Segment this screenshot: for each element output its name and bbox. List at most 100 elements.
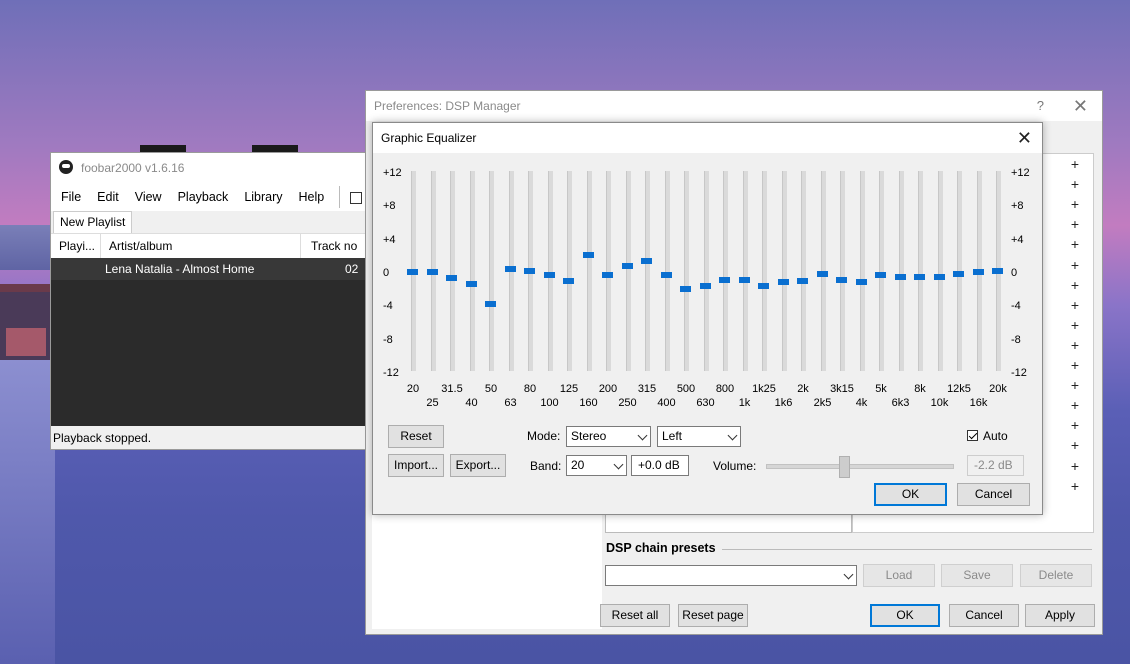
band-slider-thumb[interactable] <box>855 279 867 285</box>
band-slider-thumb[interactable] <box>641 258 652 265</box>
band-slider-thumb[interactable] <box>485 300 496 307</box>
menu-edit[interactable]: Edit <box>97 190 119 204</box>
band-slider-track[interactable] <box>781 171 787 371</box>
band-select[interactable]: 20 <box>566 455 627 476</box>
add-dsp-icon[interactable]: + <box>1071 196 1079 212</box>
add-dsp-icon[interactable]: + <box>1071 236 1079 252</box>
add-dsp-icon[interactable]: + <box>1071 437 1079 453</box>
band-slider-thumb[interactable] <box>797 278 808 285</box>
band-slider-track[interactable] <box>489 171 494 371</box>
band-slider-track[interactable] <box>723 171 728 371</box>
add-dsp-icon[interactable]: + <box>1071 216 1079 232</box>
band-slider-track[interactable] <box>450 171 455 371</box>
band-slider-track[interactable] <box>879 171 884 371</box>
add-dsp-icon[interactable]: + <box>1071 478 1079 494</box>
add-dsp-icon[interactable]: + <box>1071 176 1079 192</box>
menu-file[interactable]: File <box>61 190 81 204</box>
save-button[interactable]: Save <box>941 564 1013 587</box>
reset-page-button[interactable]: Reset page <box>678 604 748 627</box>
band-slider-track[interactable] <box>625 171 631 371</box>
load-button[interactable]: Load <box>863 564 935 587</box>
close-icon[interactable]: ✕ <box>1073 91 1088 121</box>
band-slider-thumb[interactable] <box>914 274 925 280</box>
volume-slider-track[interactable] <box>766 464 954 469</box>
band-slider-thumb[interactable] <box>875 272 886 279</box>
mode-select[interactable]: Stereo <box>566 426 651 447</box>
add-dsp-icon[interactable]: + <box>1071 277 1079 293</box>
band-slider-thumb[interactable] <box>894 274 906 280</box>
band-slider-thumb[interactable] <box>699 283 711 290</box>
add-dsp-icon[interactable]: + <box>1071 257 1079 273</box>
band-slider-track[interactable] <box>547 171 553 371</box>
band-slider-thumb[interactable] <box>524 268 535 275</box>
help-icon[interactable]: ? <box>1037 91 1044 121</box>
add-dsp-icon[interactable]: + <box>1071 377 1079 393</box>
eq-ok-button[interactable]: OK <box>874 483 947 506</box>
add-dsp-icon[interactable]: + <box>1071 317 1079 333</box>
band-slider-track[interactable] <box>859 171 865 371</box>
band-slider-thumb[interactable] <box>543 272 555 279</box>
band-slider-track[interactable] <box>937 171 943 371</box>
band-slider-track[interactable] <box>469 171 475 371</box>
band-slider-thumb[interactable] <box>836 277 847 284</box>
band-slider-track[interactable] <box>645 171 650 371</box>
band-slider-thumb[interactable] <box>446 274 457 281</box>
band-slider-thumb[interactable] <box>407 269 418 275</box>
band-slider-thumb[interactable] <box>738 277 750 284</box>
band-slider-thumb[interactable] <box>992 268 1003 275</box>
band-slider-thumb[interactable] <box>504 265 516 272</box>
export-button[interactable]: Export... <box>450 454 506 477</box>
band-slider-thumb[interactable] <box>621 263 633 270</box>
reset-all-button[interactable]: Reset all <box>600 604 670 627</box>
band-slider-thumb[interactable] <box>563 278 574 285</box>
menu-help[interactable]: Help <box>299 190 325 204</box>
band-slider-thumb[interactable] <box>719 276 730 283</box>
preset-combo[interactable] <box>605 565 857 586</box>
band-slider-track[interactable] <box>918 171 923 371</box>
reset-button[interactable]: Reset <box>388 425 444 448</box>
band-slider-track[interactable] <box>762 171 767 371</box>
add-dsp-icon[interactable]: + <box>1071 458 1079 474</box>
band-slider-track[interactable] <box>567 171 572 371</box>
auto-checkbox[interactable] <box>967 430 978 441</box>
eq-cancel-button[interactable]: Cancel <box>957 483 1030 506</box>
add-dsp-icon[interactable]: + <box>1071 417 1079 433</box>
add-dsp-icon[interactable]: + <box>1071 397 1079 413</box>
band-slider-thumb[interactable] <box>602 272 613 279</box>
menu-playback[interactable]: Playback <box>178 190 229 204</box>
band-slider-thumb[interactable] <box>972 269 984 275</box>
table-row[interactable]: Lena Natalia - Almost Home 02 <box>51 258 379 280</box>
eq-titlebar[interactable]: Graphic Equalizer ✕ <box>373 123 1042 153</box>
band-slider-thumb[interactable] <box>933 274 945 280</box>
band-slider-thumb[interactable] <box>426 269 438 275</box>
menu-library[interactable]: Library <box>244 190 282 204</box>
add-dsp-icon[interactable]: + <box>1071 156 1079 172</box>
band-slider-thumb[interactable] <box>465 280 477 287</box>
band-slider-track[interactable] <box>606 171 611 371</box>
band-slider-thumb[interactable] <box>777 279 789 285</box>
playlist-view[interactable]: Lena Natalia - Almost Home 02 <box>51 258 379 426</box>
band-gain-field[interactable]: +0.0 dB <box>631 455 689 476</box>
band-slider-track[interactable] <box>664 171 670 371</box>
import-button[interactable]: Import... <box>388 454 444 477</box>
column-playing[interactable]: Playi... <box>51 234 101 258</box>
add-dsp-icon[interactable]: + <box>1071 357 1079 373</box>
close-icon[interactable]: ✕ <box>1017 123 1032 153</box>
foobar-titlebar[interactable]: foobar2000 v1.6.16 <box>51 153 379 183</box>
apply-button[interactable]: Apply <box>1025 604 1095 627</box>
cancel-button[interactable]: Cancel <box>949 604 1019 627</box>
ok-button[interactable]: OK <box>870 604 940 627</box>
band-slider-thumb[interactable] <box>953 270 964 277</box>
add-dsp-icon[interactable]: + <box>1071 337 1079 353</box>
band-slider-thumb[interactable] <box>680 285 691 292</box>
delete-button[interactable]: Delete <box>1020 564 1092 587</box>
band-slider-track[interactable] <box>742 171 748 371</box>
band-slider-thumb[interactable] <box>816 270 828 277</box>
tab-new-playlist[interactable]: New Playlist <box>53 211 133 234</box>
band-slider-track[interactable] <box>684 171 689 371</box>
add-dsp-icon[interactable]: + <box>1071 297 1079 313</box>
dsp-titlebar[interactable]: Preferences: DSP Manager ? ✕ <box>366 91 1102 121</box>
band-slider-thumb[interactable] <box>758 283 769 290</box>
volume-slider-thumb[interactable] <box>839 456 851 478</box>
column-artist-album[interactable]: Artist/album <box>101 234 301 258</box>
